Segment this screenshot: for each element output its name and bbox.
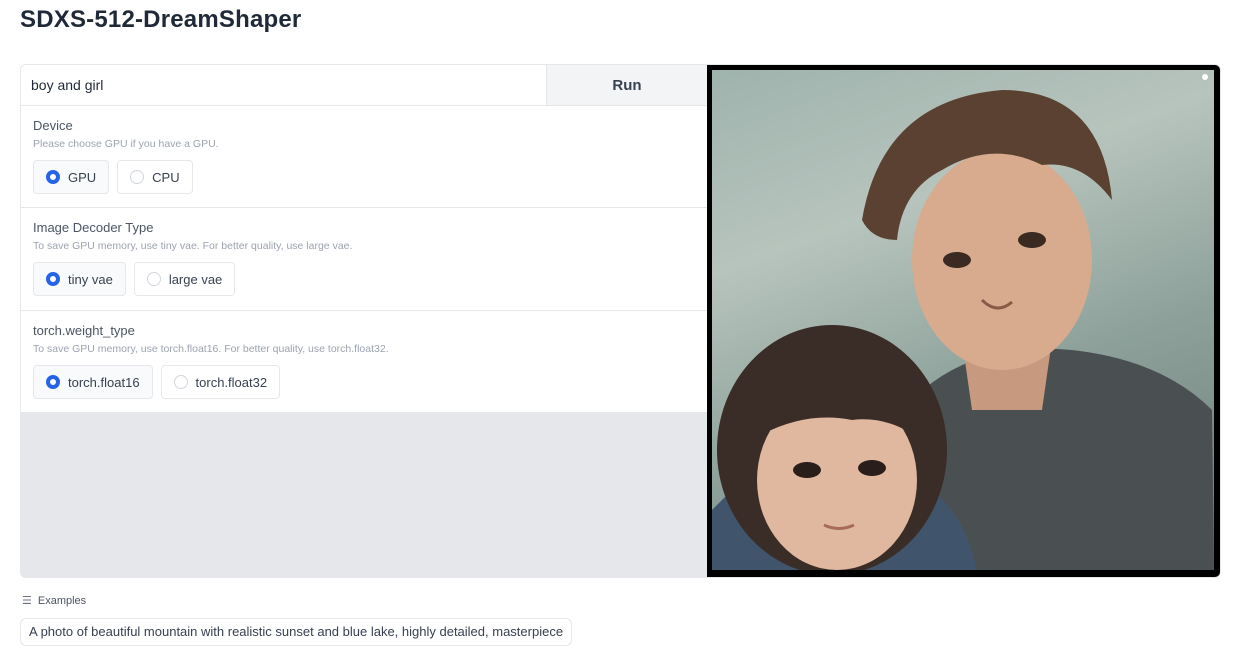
main-panel: Run Device Please choose GPU if you have… [20, 64, 1221, 578]
decoder-option-large-vae[interactable]: large vae [133, 262, 236, 296]
weight-option-label: torch.float32 [195, 374, 268, 390]
decoder-option-tiny-vae[interactable]: tiny vae [33, 262, 126, 296]
radio-unchecked-icon[interactable] [146, 272, 161, 286]
weight-type-info: To save GPU memory, use torch.float16. F… [33, 343, 389, 355]
weight-type-group: torch.weight_type To save GPU memory, us… [21, 311, 707, 413]
examples-header: ☰ Examples [22, 594, 87, 608]
prompt-input[interactable] [21, 65, 545, 105]
radio-unchecked-icon[interactable] [130, 170, 145, 184]
prompt-row: Run [21, 65, 707, 106]
device-options: GPU CPU [33, 160, 695, 194]
decoder-group: Image Decoder Type To save GPU memory, u… [21, 208, 707, 311]
examples-label: Examples [37, 594, 87, 607]
decoder-label: Image Decoder Type [33, 220, 154, 235]
page-title: SDXS-512-DreamShaper [20, 6, 302, 33]
device-option-gpu[interactable]: GPU [33, 160, 110, 194]
radio-checked-icon[interactable] [46, 375, 60, 389]
weight-option-float32[interactable]: torch.float32 [160, 365, 281, 399]
weight-option-float16[interactable]: torch.float16 [33, 365, 153, 399]
radio-checked-icon[interactable] [46, 272, 60, 286]
list-icon: ☰ [22, 595, 32, 607]
example-item[interactable]: A photo of beautiful mountain with reali… [20, 618, 573, 646]
radio-checked-icon[interactable] [46, 170, 60, 184]
radio-unchecked-icon[interactable] [173, 375, 188, 389]
portrait-illustration [712, 90, 1214, 570]
weight-type-label: torch.weight_type [33, 323, 135, 338]
device-option-label: CPU [152, 169, 180, 185]
output-image[interactable] [712, 70, 1214, 570]
device-option-cpu[interactable]: CPU [117, 160, 193, 194]
output-image-frame [707, 65, 1220, 577]
device-info: Please choose GPU if you have a GPU. [33, 138, 219, 150]
run-button[interactable]: Run [546, 65, 707, 105]
device-option-label: GPU [68, 169, 97, 185]
weight-type-options: torch.float16 torch.float32 [33, 365, 695, 399]
image-corner-dot [1202, 74, 1208, 80]
decoder-info: To save GPU memory, use tiny vae. For be… [33, 240, 353, 252]
weight-option-label: torch.float16 [68, 374, 140, 390]
decoder-option-label: large vae [168, 271, 223, 287]
decoder-option-label: tiny vae [68, 271, 113, 287]
device-group: Device Please choose GPU if you have a G… [21, 106, 707, 208]
decoder-options: tiny vae large vae [33, 262, 695, 296]
controls-column: Run Device Please choose GPU if you have… [21, 65, 707, 577]
device-label: Device [33, 118, 73, 133]
